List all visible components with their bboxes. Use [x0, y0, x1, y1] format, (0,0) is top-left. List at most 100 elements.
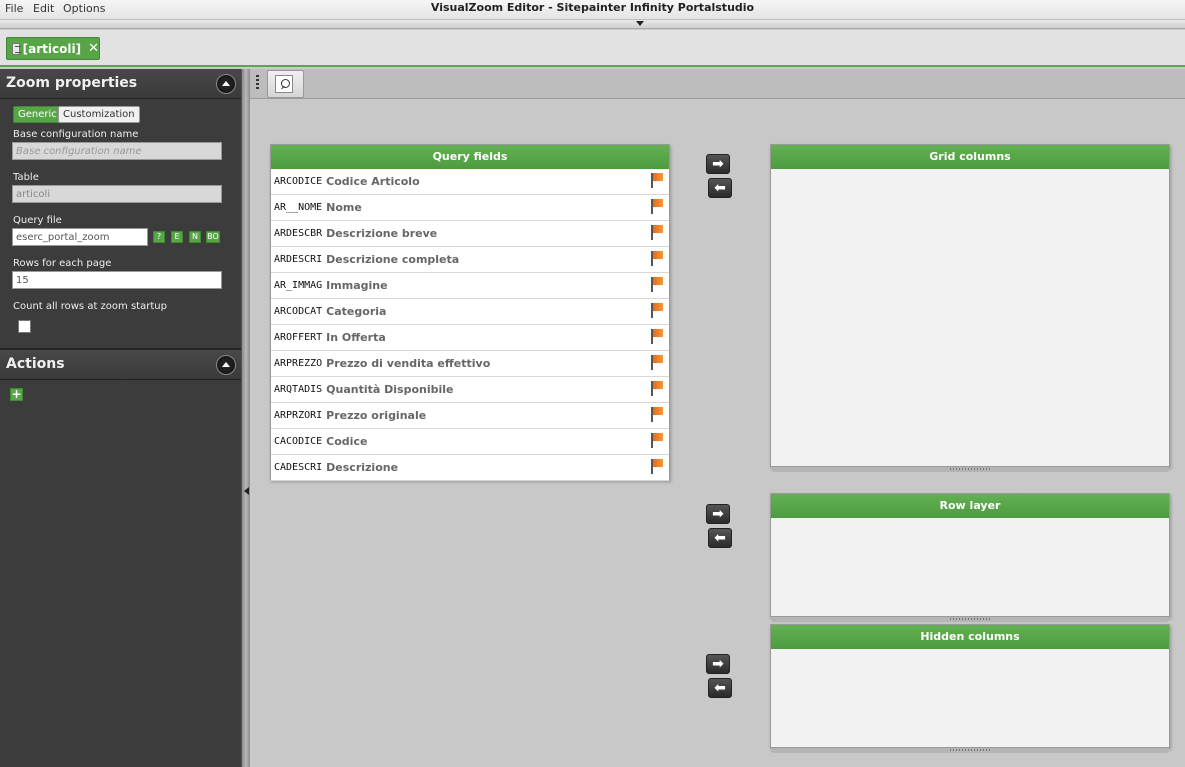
- flag-icon[interactable]: [651, 329, 663, 344]
- query-new-button[interactable]: N: [189, 231, 201, 243]
- query-field-row[interactable]: ARQTADIS Quantità Disponibile: [271, 377, 669, 403]
- query-bo-button[interactable]: BO: [206, 231, 220, 243]
- query-field-name: ARPRZORI: [274, 410, 323, 421]
- move-left-icon[interactable]: ⬅: [708, 178, 732, 198]
- query-field-name: AR__NOME: [274, 202, 323, 213]
- move-right-icon[interactable]: ➡: [706, 504, 730, 524]
- query-fields-panel: Query fields ARCODICE Codice Articolo AR__…: [270, 144, 670, 481]
- editor-toolbar: [250, 69, 1185, 99]
- query-field-name: ARDESCRI: [274, 254, 323, 265]
- tab-generic[interactable]: Generic: [13, 106, 62, 123]
- query-help-button[interactable]: ?: [153, 231, 165, 243]
- query-field-description: Prezzo di vendita effettivo: [326, 357, 491, 370]
- move-right-icon[interactable]: ➡: [706, 654, 730, 674]
- rows-per-page-field[interactable]: [12, 271, 222, 289]
- flag-icon[interactable]: [651, 407, 663, 422]
- base-config-label: Base configuration name: [13, 129, 139, 140]
- query-field-description: Nome: [326, 201, 362, 214]
- base-config-field[interactable]: [12, 142, 222, 160]
- query-field-name: AROFFERT: [274, 332, 323, 343]
- zoom-properties-title: Zoom properties: [6, 75, 138, 91]
- flag-icon[interactable]: [651, 277, 663, 292]
- zoom-lens-icon: [275, 75, 293, 93]
- collapse-icon[interactable]: [216, 355, 236, 375]
- editor-canvas: Query fields ARCODICE Codice Articolo AR__…: [250, 100, 1185, 767]
- document-tab-strip: [articoli] ✕: [0, 30, 1185, 67]
- flag-icon[interactable]: [651, 199, 663, 214]
- flag-icon[interactable]: [651, 381, 663, 396]
- toolbar-grip-icon[interactable]: [256, 75, 259, 91]
- query-field-row[interactable]: AR_IMMAG Immagine: [271, 273, 669, 299]
- query-field-row[interactable]: ARDESCBR Descrizione breve: [271, 221, 669, 247]
- query-fields-header: Query fields: [271, 145, 669, 169]
- collapse-left-icon[interactable]: [244, 487, 249, 495]
- flag-icon[interactable]: [651, 355, 663, 370]
- count-rows-checkbox[interactable]: [18, 320, 31, 333]
- add-action-button[interactable]: +: [10, 388, 23, 401]
- document-tab-label: [articoli]: [22, 41, 82, 56]
- query-field-row[interactable]: ARPRZORI Prezzo originale: [271, 403, 669, 429]
- query-field-row[interactable]: ARPREZZO Prezzo di vendita effettivo: [271, 351, 669, 377]
- query-file-field[interactable]: [12, 228, 148, 246]
- query-field-row[interactable]: AROFFERT In Offerta: [271, 325, 669, 351]
- query-field-description: Prezzo originale: [326, 409, 427, 422]
- document-icon: [12, 42, 21, 55]
- flag-icon[interactable]: [651, 251, 663, 266]
- table-field[interactable]: [12, 185, 222, 203]
- resize-handle[interactable]: [771, 748, 1169, 753]
- menu-bar: File Edit Options VisualZoom Editor - Si…: [0, 0, 1185, 20]
- query-field-name: AR_IMMAG: [274, 280, 323, 291]
- query-field-description: Descrizione: [326, 461, 399, 474]
- app-title: VisualZoom Editor - Sitepainter Infinity…: [430, 1, 755, 14]
- flag-icon[interactable]: [651, 225, 663, 240]
- zoom-properties-header: Zoom properties: [0, 69, 241, 99]
- query-file-label: Query file: [13, 215, 62, 226]
- move-left-icon[interactable]: ⬅: [708, 528, 732, 548]
- query-field-description: In Offerta: [326, 331, 386, 344]
- query-field-description: Codice Articolo: [326, 175, 420, 188]
- query-field-name: CACODICE: [274, 436, 323, 447]
- document-tab-articoli[interactable]: [articoli] ✕: [6, 37, 100, 60]
- query-field-name: ARCODICE: [274, 176, 323, 187]
- query-field-row[interactable]: AR__NOME Nome: [271, 195, 669, 221]
- zoom-tool-button[interactable]: [267, 70, 304, 98]
- grid-columns-header: Grid columns: [771, 145, 1169, 169]
- query-field-description: Categoria: [326, 305, 387, 318]
- title-strip: [0, 20, 1185, 29]
- query-field-description: Immagine: [326, 279, 388, 292]
- query-field-name: ARPREZZO: [274, 358, 323, 369]
- tab-customization[interactable]: Customization: [58, 106, 140, 123]
- query-field-row[interactable]: ARCODICE Codice Articolo: [271, 169, 669, 195]
- move-left-icon[interactable]: ⬅: [708, 678, 732, 698]
- rows-per-page-label: Rows for each page: [13, 258, 112, 269]
- query-field-row[interactable]: ARCODCAT Categoria: [271, 299, 669, 325]
- query-edit-button[interactable]: E: [171, 231, 183, 243]
- resize-handle[interactable]: [771, 617, 1169, 622]
- resize-handle[interactable]: [771, 467, 1169, 472]
- query-field-description: Quantità Disponibile: [326, 383, 454, 396]
- table-label: Table: [13, 172, 39, 183]
- flag-icon[interactable]: [651, 459, 663, 474]
- query-field-name: CADESCRI: [274, 462, 323, 473]
- row-layer-panel[interactable]: Row layer: [770, 493, 1170, 622]
- left-panel: Zoom properties Generic Customization Ba…: [0, 69, 241, 767]
- hidden-columns-panel[interactable]: Hidden columns: [770, 624, 1170, 753]
- count-rows-label: Count all rows at zoom startup: [13, 301, 167, 312]
- close-icon[interactable]: ✕: [88, 41, 99, 56]
- panel-splitter[interactable]: [241, 69, 250, 767]
- flag-icon[interactable]: [651, 173, 663, 188]
- query-field-name: ARDESCBR: [274, 228, 323, 239]
- query-field-name: ARCODCAT: [274, 306, 323, 317]
- row-layer-header: Row layer: [771, 494, 1169, 518]
- query-field-row[interactable]: CADESCRI Descrizione: [271, 455, 669, 481]
- caret-down-icon[interactable]: [636, 21, 644, 26]
- flag-icon[interactable]: [651, 433, 663, 448]
- flag-icon[interactable]: [651, 303, 663, 318]
- query-field-row[interactable]: CACODICE Codice: [271, 429, 669, 455]
- grid-columns-panel[interactable]: Grid columns: [770, 144, 1170, 472]
- actions-header: Actions: [0, 350, 241, 380]
- move-right-icon[interactable]: ➡: [706, 154, 730, 174]
- query-field-name: ARQTADIS: [274, 384, 323, 395]
- query-field-row[interactable]: ARDESCRI Descrizione completa: [271, 247, 669, 273]
- collapse-icon[interactable]: [216, 74, 236, 94]
